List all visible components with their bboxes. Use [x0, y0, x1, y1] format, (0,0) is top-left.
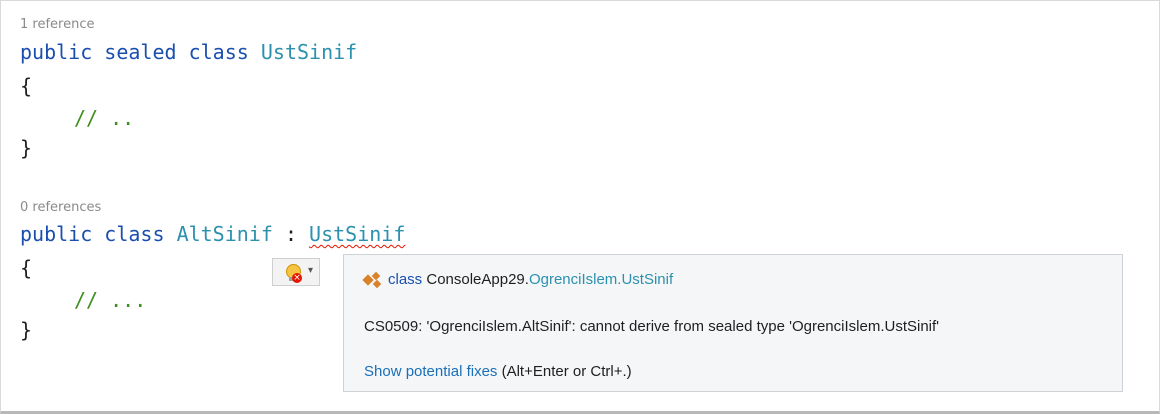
class-declaration-altsinif[interactable]: public class AltSinif : UstSinif [20, 222, 405, 246]
base-class-error-squiggle[interactable]: UstSinif [309, 222, 405, 246]
keyword: class [104, 222, 165, 246]
open-brace[interactable]: { [20, 74, 32, 98]
open-brace[interactable]: { [20, 256, 32, 280]
quick-actions-button[interactable]: × ▾ [272, 258, 320, 286]
keyword: public [20, 222, 93, 246]
keyword: sealed [104, 40, 177, 64]
chevron-down-icon: ▾ [308, 265, 314, 276]
show-potential-fixes-link[interactable]: Show potential fixes [364, 363, 497, 380]
tooltip-signature: class ConsoleApp29.OgrenciIslem.UstSinif [362, 271, 674, 289]
signature-namespace-2: OgrenciIslem. [528, 271, 622, 288]
keyword: public [20, 40, 93, 64]
error-message: CS0509: 'OgrenciIslem.AltSinif': cannot … [364, 318, 940, 335]
codelens-references[interactable]: 0 references [20, 200, 101, 215]
class-name: UstSinif [260, 40, 358, 64]
close-brace[interactable]: } [20, 136, 32, 160]
keyword: class [188, 40, 249, 64]
code-comment[interactable]: // .. [74, 106, 134, 130]
signature-type: UstSinif [621, 271, 674, 288]
codelens-references[interactable]: 1 reference [20, 17, 94, 32]
signature-keyword: class [388, 271, 423, 288]
class-icon [362, 271, 384, 289]
colon: : [284, 222, 297, 246]
error-tooltip: class ConsoleApp29.OgrenciIslem.UstSinif… [343, 254, 1123, 392]
error-badge-icon: × [292, 273, 302, 283]
close-brace[interactable]: } [20, 318, 32, 342]
class-name: AltSinif [176, 222, 273, 246]
fixes-row: Show potential fixes (Alt+Enter or Ctrl+… [364, 363, 632, 380]
code-comment[interactable]: // ... [74, 288, 146, 312]
fixes-shortcut: (Alt+Enter or Ctrl+.) [497, 363, 632, 380]
signature-namespace: ConsoleApp29. [426, 271, 529, 288]
class-declaration-ustsinif[interactable]: public sealed class UstSinif [20, 40, 357, 64]
